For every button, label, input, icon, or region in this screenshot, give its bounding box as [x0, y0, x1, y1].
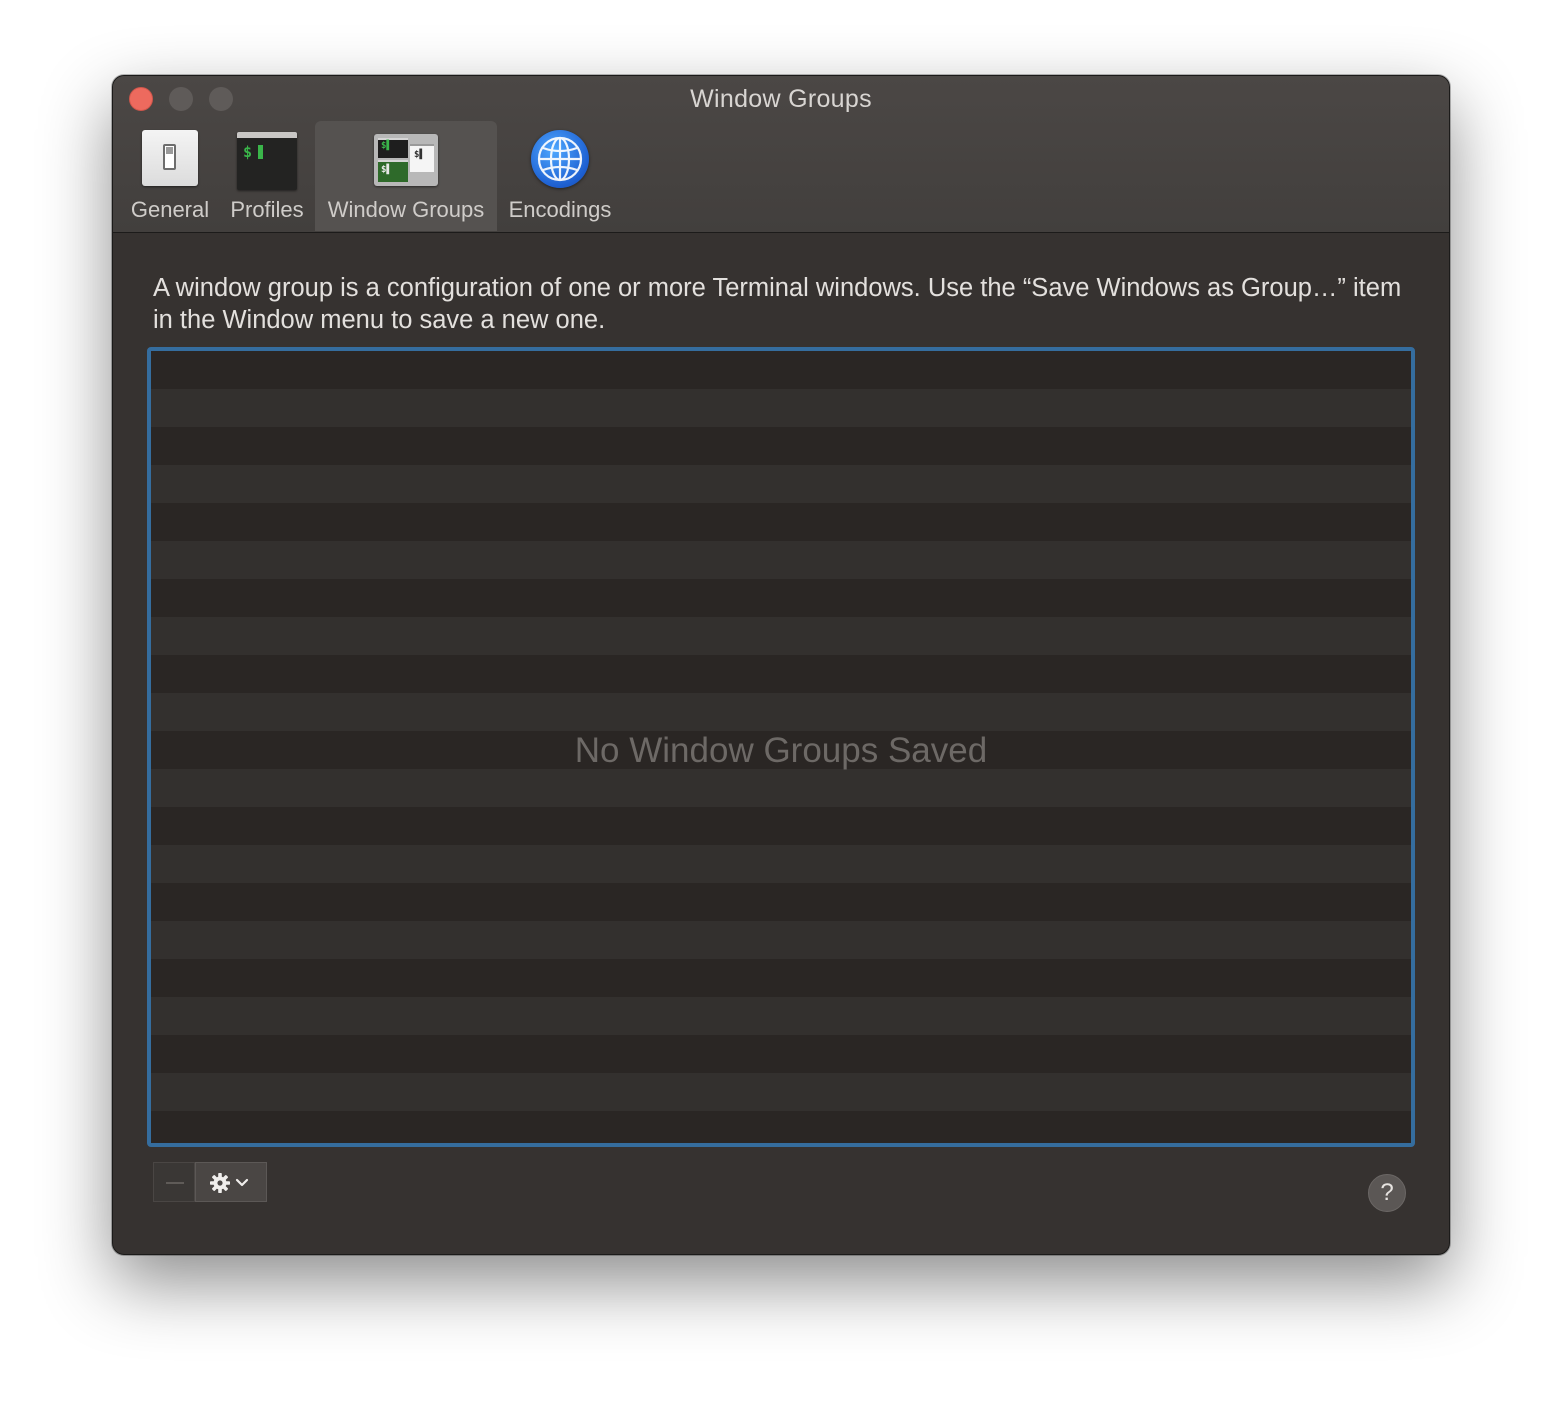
- description-text: A window group is a configuration of one…: [153, 274, 1402, 334]
- tab-encodings-label: Encodings: [508, 197, 612, 222]
- empty-state-label: No Window Groups Saved: [574, 731, 988, 770]
- window-title: Window Groups: [690, 85, 872, 113]
- tab-profiles[interactable]: $ Profiles: [223, 121, 311, 231]
- tab-general-label: General: [130, 197, 210, 222]
- window-groups-list[interactable]: No Window Groups Saved: [147, 347, 1415, 1147]
- window-groups-icon: $▌ $▌ $▌: [374, 134, 438, 186]
- gear-icon: [210, 1173, 249, 1193]
- help-button[interactable]: ?: [1368, 1174, 1406, 1212]
- tab-profiles-label: Profiles: [230, 197, 304, 222]
- tab-window-groups[interactable]: $▌ $▌ $▌ Window Groups: [315, 121, 497, 231]
- terminal-icon: $: [237, 132, 297, 190]
- titlebar: Window Groups General $ Profiles $▌ $▌ $…: [113, 76, 1449, 233]
- actions-menu-button[interactable]: [195, 1162, 267, 1202]
- tab-window-groups-label: Window Groups: [327, 197, 485, 222]
- tab-encodings[interactable]: Encodings: [503, 121, 617, 231]
- switch-icon: [142, 130, 198, 186]
- tab-general[interactable]: General: [125, 121, 215, 231]
- globe-icon: [531, 130, 589, 188]
- remove-button[interactable]: [153, 1162, 195, 1202]
- list-actions: [153, 1162, 267, 1202]
- preferences-window: Window Groups General $ Profiles $▌ $▌ $…: [112, 75, 1450, 1255]
